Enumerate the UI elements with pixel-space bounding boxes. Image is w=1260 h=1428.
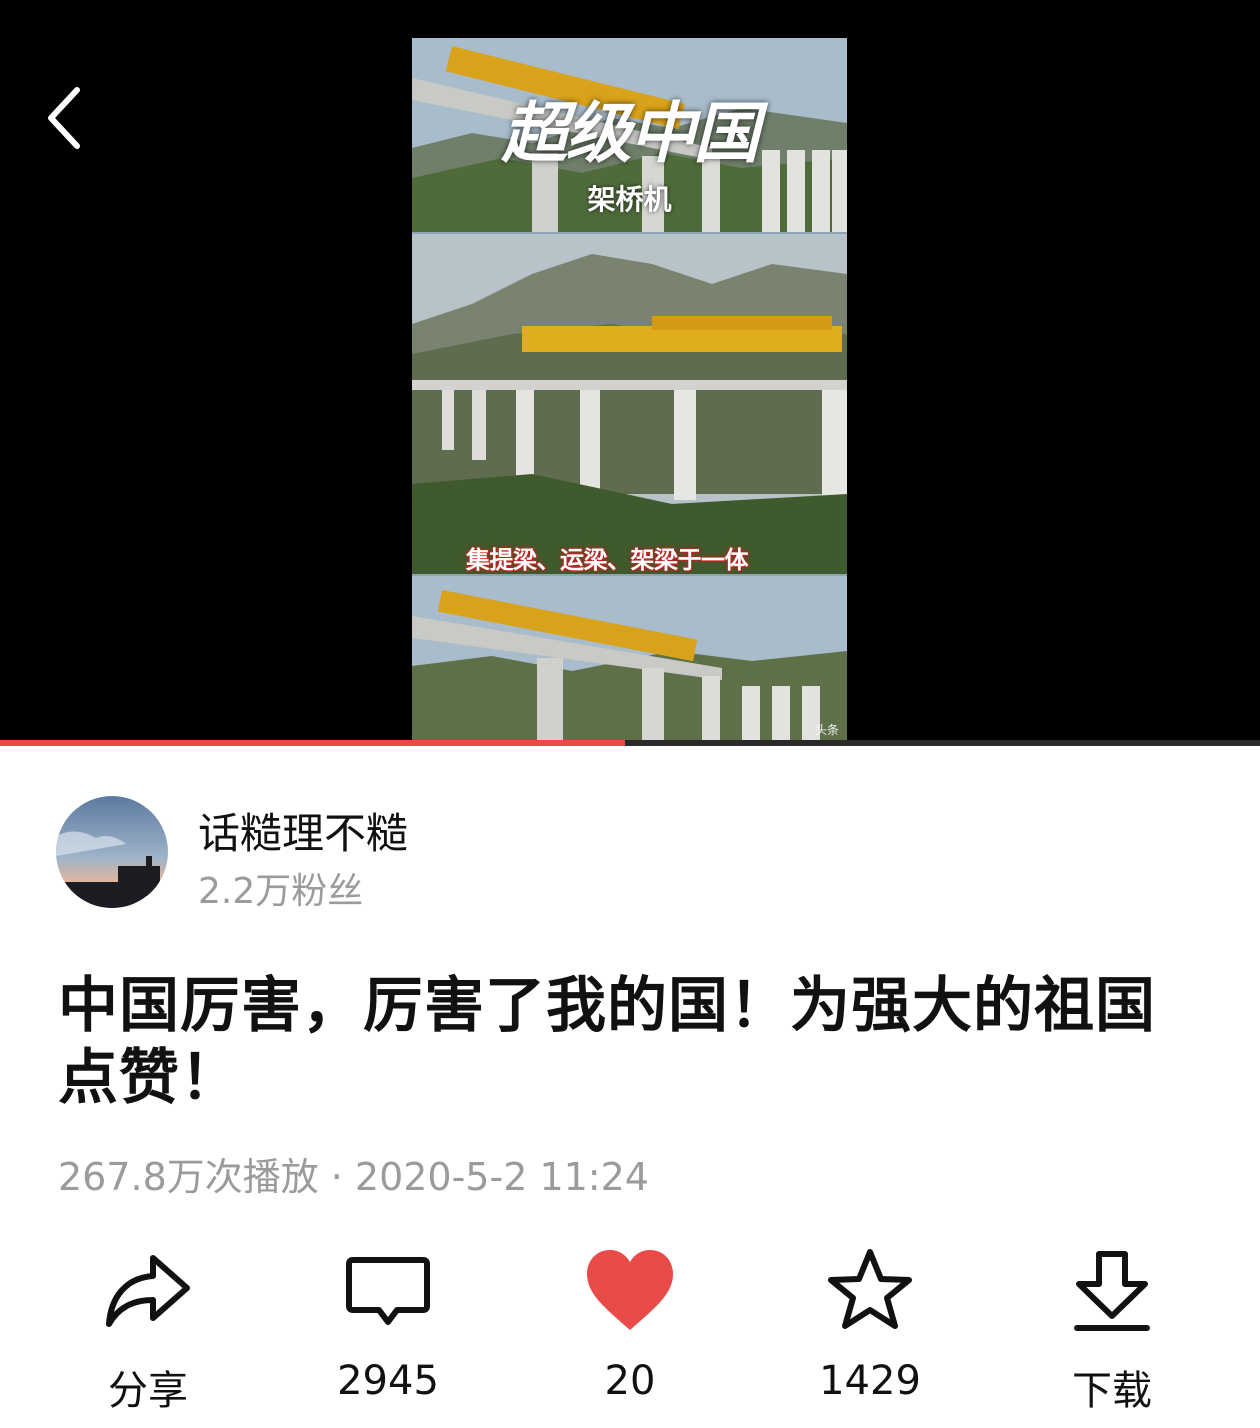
video-overlay-caption: 集提梁、运梁、架梁于一体 xyxy=(466,546,749,574)
post-meta: 267.8万次播放 · 2020-5-2 11:24 xyxy=(58,1146,649,1201)
author-fans-count: 2.2万粉丝 xyxy=(198,871,364,912)
video-player[interactable]: 超级中国 架桥机 集提梁、运梁、架梁于一体 头条 xyxy=(0,0,1260,746)
video-watermark: 头条 xyxy=(814,723,839,737)
post-title: 中国厉害，厉害了我的国！为强大的祖国点赞！ xyxy=(58,971,1156,1113)
video-scene-bottom: 头条 xyxy=(412,576,847,746)
video-overlay-subtitle: 架桥机 xyxy=(587,183,672,216)
favorite-count: 1429 xyxy=(819,1358,921,1404)
avatar[interactable] xyxy=(56,796,168,908)
play-count: 267.8万次播放 xyxy=(58,1155,319,1199)
heart-icon xyxy=(587,1250,673,1330)
video-scene-top: 超级中国 架桥机 xyxy=(412,38,847,232)
star-icon xyxy=(828,1249,912,1329)
comment-count: 2945 xyxy=(337,1358,439,1404)
video-progress-bar[interactable] xyxy=(0,740,1260,746)
download-label: 下载 xyxy=(1072,1368,1152,1414)
meta-separator: · xyxy=(330,1155,343,1199)
video-overlay-title: 超级中国 xyxy=(501,94,760,172)
post-datetime: 2020-5-2 11:24 xyxy=(354,1155,649,1199)
share-arrow-icon xyxy=(106,1255,190,1327)
action-bar: 分享 2945 20 1429 下载 xyxy=(0,1240,1260,1428)
video-scene-middle: 集提梁、运梁、架梁于一体 xyxy=(412,234,847,574)
author-info: 话糙理不糙 2.2万粉丝 xyxy=(56,796,1206,916)
comment-button[interactable]: 2945 xyxy=(298,1240,478,1415)
like-button[interactable]: 20 xyxy=(540,1240,720,1415)
video-progress-fill xyxy=(0,740,625,746)
chevron-left-icon xyxy=(48,87,80,149)
share-button[interactable]: 分享 xyxy=(58,1240,238,1415)
share-label: 分享 xyxy=(108,1368,188,1414)
back-button[interactable] xyxy=(30,78,100,158)
favorite-button[interactable]: 1429 xyxy=(780,1240,960,1415)
video-frame[interactable]: 超级中国 架桥机 集提梁、运梁、架梁于一体 头条 xyxy=(412,38,847,746)
author-name[interactable]: 话糙理不糙 xyxy=(198,800,408,861)
like-count: 20 xyxy=(604,1358,656,1404)
download-icon xyxy=(1074,1251,1150,1331)
download-button[interactable]: 下载 xyxy=(1022,1240,1202,1415)
comment-bubble-icon xyxy=(346,1257,430,1325)
avatar-image xyxy=(56,796,168,908)
